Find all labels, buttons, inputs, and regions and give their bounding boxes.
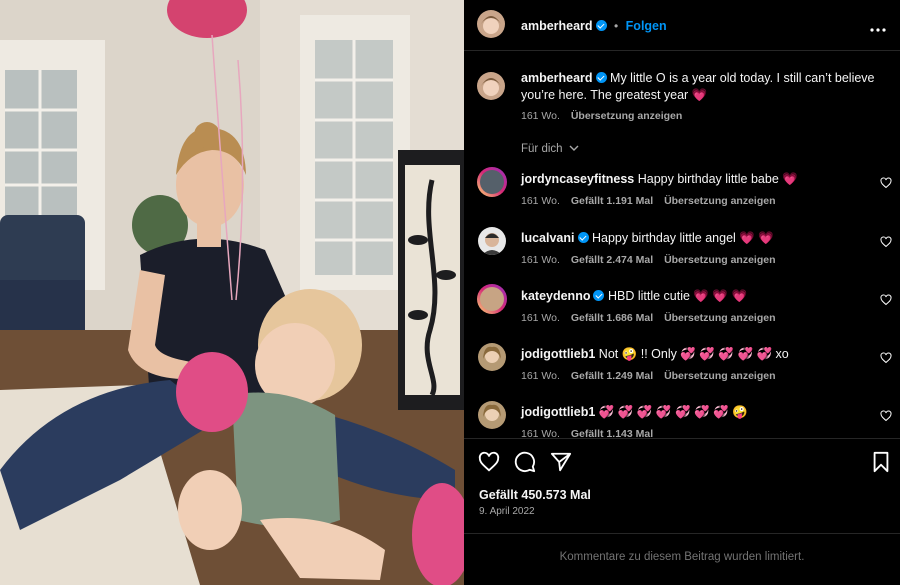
comment-avatar[interactable] [478, 343, 506, 371]
comment-avatar[interactable] [478, 401, 506, 429]
author-username[interactable]: amberheard [521, 19, 593, 33]
comment-like-heart-icon[interactable] [880, 352, 892, 364]
caption-age[interactable]: 161 Wo. [521, 110, 560, 122]
comment-body: jodigottlieb1 Not 🤪 !! Only 💞 💞 💞 💞 💞 xo [521, 346, 861, 363]
comment-likes[interactable]: Gefällt 2.474 Mal [571, 254, 653, 266]
comment-like-heart-icon[interactable] [880, 236, 892, 248]
comment-likes[interactable]: Gefällt 1.249 Mal [571, 370, 653, 382]
comment-likes[interactable]: Gefällt 1.143 Mal [571, 428, 653, 438]
verified-badge-icon [595, 20, 607, 31]
comment-meta: 161 Wo. Gefällt 1.143 Mal [521, 428, 653, 438]
comment-meta: 161 Wo. Gefällt 1.249 Mal Übersetzung an… [521, 370, 776, 382]
comment-meta: 161 Wo. Gefällt 1.686 Mal Übersetzung an… [521, 312, 776, 324]
actions-divider [464, 438, 900, 439]
comment-avatar[interactable] [477, 167, 507, 197]
post-detail-panel: amberheard • Folgen amberheard My little… [464, 0, 900, 585]
author-info: amberheard • Folgen [521, 17, 667, 35]
comment-text: HBD little cutie 💗 💗 💗 [607, 289, 748, 303]
verified-badge-icon [593, 290, 605, 301]
post-photo[interactable] [0, 0, 464, 585]
comment-meta: 161 Wo. Gefällt 1.191 Mal Übersetzung an… [521, 195, 776, 207]
comment-avatar[interactable] [478, 227, 506, 255]
avatar-image [481, 16, 501, 34]
comment-item: jodigottlieb1 💞 💞 💞 💞 💞 💞 💞 🤪 161 Wo. Ge… [464, 400, 900, 438]
comment-likes[interactable]: Gefällt 1.686 Mal [571, 312, 653, 324]
caption-avatar[interactable] [477, 72, 505, 100]
more-options-icon[interactable] [870, 20, 886, 32]
comment-username[interactable]: jordyncaseyfitness [521, 172, 634, 186]
verified-badge-icon [595, 72, 607, 83]
author-avatar[interactable] [477, 10, 505, 38]
post-header: amberheard • Folgen [464, 0, 900, 51]
chevron-down-icon [569, 145, 579, 151]
caption-emoji: 💗 [691, 88, 708, 102]
caption-translate[interactable]: Übersetzung anzeigen [571, 110, 682, 122]
comment-body: jordyncaseyfitness Happy birthday little… [521, 171, 861, 188]
comment-text: Happy birthday little angel 💗 💗 [591, 231, 774, 245]
comment-age[interactable]: 161 Wo. [521, 312, 560, 324]
comment-translate[interactable]: Übersetzung anzeigen [664, 370, 775, 382]
comment-translate[interactable]: Übersetzung anzeigen [664, 312, 775, 324]
comment-username[interactable]: jodigottlieb1 [521, 347, 595, 361]
share-icon[interactable] [550, 451, 572, 478]
comment-filter-label: Für dich [521, 143, 563, 155]
save-bookmark-icon[interactable] [871, 451, 891, 478]
comment-age[interactable]: 161 Wo. [521, 370, 560, 382]
comment-translate[interactable]: Übersetzung anzeigen [664, 195, 775, 207]
comment-like-heart-icon[interactable] [880, 177, 892, 189]
comment-body: kateydenno HBD little cutie 💗 💗 💗 [521, 288, 861, 305]
comment-username[interactable]: kateydenno [521, 289, 590, 303]
likes-count[interactable]: Gefällt 450.573 Mal [479, 488, 591, 502]
comment-text: Happy birthday little babe 💗 [637, 172, 798, 186]
comment-avatar[interactable] [477, 284, 507, 314]
caption-body: amberheard My little O is a year old tod… [521, 70, 883, 104]
comment-translate[interactable]: Übersetzung anzeigen [664, 254, 775, 266]
comment-like-heart-icon[interactable] [880, 410, 892, 422]
post-image [0, 0, 464, 585]
comment-age[interactable]: 161 Wo. [521, 254, 560, 266]
comment-filter[interactable]: Für dich [521, 143, 579, 155]
comment-meta: 161 Wo. Gefällt 2.474 Mal Übersetzung an… [521, 254, 776, 266]
comment-body: lucalvani Happy birthday little angel 💗 … [521, 230, 861, 247]
comment-username[interactable]: lucalvani [521, 231, 575, 245]
separator-dot: • [614, 19, 619, 33]
comment-text: Not 🤪 !! Only 💞 💞 💞 💞 💞 xo [598, 347, 789, 361]
comment-text: 💞 💞 💞 💞 💞 💞 💞 🤪 [598, 405, 748, 419]
follow-button[interactable]: Folgen [626, 19, 667, 33]
comments-limited-notice: Kommentare zu diesem Beitrag wurden limi… [559, 551, 805, 563]
comment-icon[interactable] [514, 451, 536, 478]
comment-likes[interactable]: Gefällt 1.191 Mal [571, 195, 653, 207]
comment-like-heart-icon[interactable] [880, 294, 892, 306]
verified-badge-icon [577, 232, 589, 243]
comment-username[interactable]: jodigottlieb1 [521, 405, 595, 419]
caption-meta: 161 Wo. Übersetzung anzeigen [521, 110, 682, 122]
caption-username[interactable]: amberheard [521, 71, 593, 85]
comment-age[interactable]: 161 Wo. [521, 428, 560, 438]
comment-age[interactable]: 161 Wo. [521, 195, 560, 207]
like-heart-icon[interactable] [478, 451, 500, 478]
post-date[interactable]: 9. April 2022 [479, 506, 535, 517]
comment-body: jodigottlieb1 💞 💞 💞 💞 💞 💞 💞 🤪 [521, 404, 861, 421]
footer-divider [464, 533, 900, 534]
